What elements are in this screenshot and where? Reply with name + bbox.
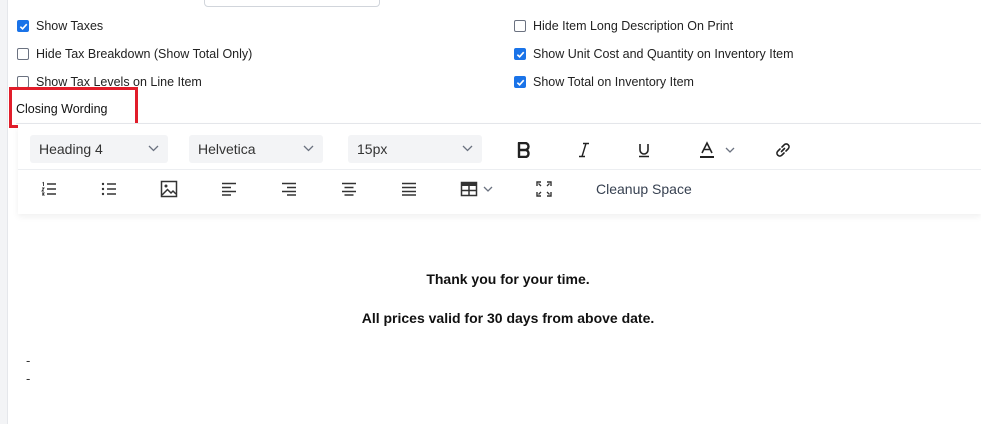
closing-line-2: All prices valid for 30 days from above … [361, 310, 655, 326]
fullscreen-icon [536, 181, 552, 197]
ordered-list-button[interactable] [38, 178, 60, 200]
hide-tax-breakdown-label: Hide Tax Breakdown (Show Total Only) [36, 47, 253, 61]
cleanup-space-button[interactable]: Cleanup Space [596, 181, 692, 197]
link-icon [776, 143, 790, 157]
hide-tax-breakdown-option[interactable]: Hide Tax Breakdown (Show Total Only) [17, 47, 252, 61]
fullscreen-button[interactable] [533, 178, 555, 200]
bold-icon [517, 142, 530, 158]
chevron-down-icon [303, 143, 314, 155]
top-field-stub[interactable] [204, 0, 380, 7]
show-unit-cost-qty-checkbox[interactable] [514, 48, 526, 60]
chevron-down-icon [725, 147, 734, 153]
chevron-down-icon [483, 186, 492, 192]
show-unit-cost-qty-label: Show Unit Cost and Quantity on Inventory… [533, 47, 794, 61]
show-unit-cost-qty-option[interactable]: Show Unit Cost and Quantity on Inventory… [514, 47, 794, 61]
highlight-annotation-box [9, 87, 138, 128]
align-right-button[interactable] [278, 178, 300, 200]
underline-button[interactable] [632, 138, 656, 162]
font-size-dropdown[interactable]: 15px [348, 135, 482, 163]
bullet-list-icon [101, 182, 116, 196]
hide-item-long-desc-label: Hide Item Long Description On Print [533, 19, 734, 33]
chevron-down-icon [462, 143, 473, 155]
font-family-dropdown[interactable]: Helvetica [189, 135, 323, 163]
text-color-icon [699, 141, 714, 158]
chevron-down-icon [148, 143, 159, 155]
ordered-list-icon [41, 181, 56, 196]
text-color-button[interactable] [692, 138, 740, 162]
toolbar-row-separator [18, 169, 981, 170]
hide-item-long-desc-option[interactable]: Hide Item Long Description On Print [514, 19, 733, 33]
font-family-value: Helvetica [198, 141, 256, 157]
font-size-value: 15px [357, 141, 388, 157]
unordered-list-button[interactable] [98, 178, 120, 200]
bold-button[interactable] [512, 138, 536, 162]
align-center-button[interactable] [338, 178, 360, 200]
align-justify-icon [402, 182, 416, 196]
show-taxes-checkbox[interactable] [17, 20, 29, 32]
content-dash-1: - [26, 353, 31, 368]
show-total-inventory-checkbox[interactable] [514, 76, 526, 88]
block-format-value: Heading 4 [39, 141, 103, 157]
italic-icon [579, 142, 589, 158]
align-left-icon [222, 182, 236, 196]
block-format-dropdown[interactable]: Heading 4 [30, 135, 168, 163]
table-icon [460, 181, 477, 197]
italic-button[interactable] [572, 138, 596, 162]
align-left-button[interactable] [218, 178, 240, 200]
insert-table-button[interactable] [456, 178, 496, 200]
show-total-inventory-option[interactable]: Show Total on Inventory Item [514, 75, 694, 89]
show-taxes-option[interactable]: Show Taxes [17, 19, 103, 33]
underline-icon [639, 144, 649, 158]
align-justify-button[interactable] [398, 178, 420, 200]
insert-link-button[interactable] [771, 138, 795, 162]
left-rail [0, 0, 8, 424]
show-taxes-label: Show Taxes [36, 19, 104, 33]
hide-item-long-desc-checkbox[interactable] [514, 20, 526, 32]
closing-line-1: Thank you for your time. [426, 271, 590, 287]
insert-image-button[interactable] [158, 178, 180, 200]
hide-tax-breakdown-checkbox[interactable] [17, 48, 29, 60]
show-total-inventory-label: Show Total on Inventory Item [533, 75, 694, 89]
align-center-icon [342, 182, 356, 196]
align-right-icon [282, 182, 296, 196]
image-icon [160, 180, 178, 198]
content-dash-2: - [26, 371, 31, 386]
